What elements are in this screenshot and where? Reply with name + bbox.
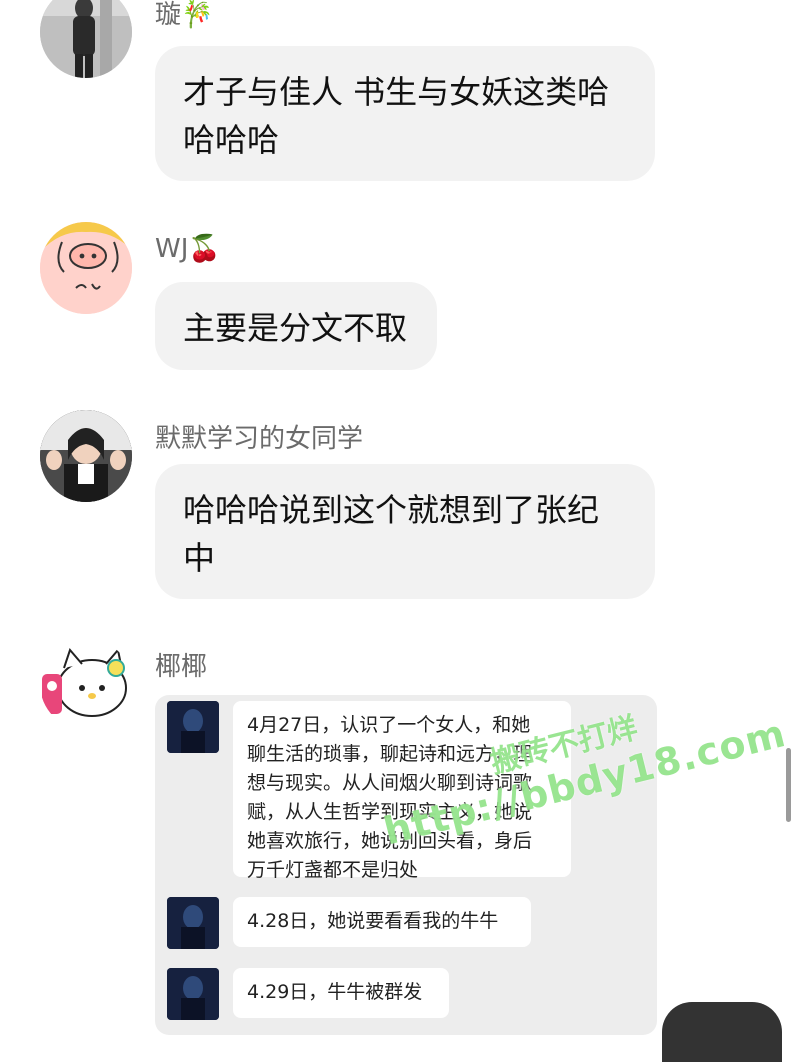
user-avatar[interactable] [40, 222, 132, 314]
dark-portrait-icon [167, 701, 219, 753]
user-avatar[interactable] [40, 638, 132, 730]
scrollbar[interactable] [786, 748, 791, 822]
message-bubble[interactable]: 主要是分文不取 [155, 282, 437, 370]
avatar-photo-icon [40, 0, 132, 78]
card-avatar [167, 701, 219, 753]
bamboo-emoji-icon: 🎋 [181, 0, 214, 30]
user-avatar[interactable] [40, 410, 132, 502]
message-bubble[interactable]: 哈哈哈说到这个就想到了张纪 中 [155, 464, 655, 599]
card-avatar [167, 968, 219, 1020]
dark-portrait-icon [167, 897, 219, 949]
user-avatar[interactable] [40, 0, 132, 78]
card-message-bubble: 4.29日，牛牛被群发 [233, 968, 449, 1018]
hello-kitty-icon [40, 638, 132, 730]
sender-name: 椰椰 [155, 652, 208, 682]
card-message-bubble: 4月27日，认识了一个女人，和她 聊生活的琐事，聊起诗和远方，理 想与现实。从人… [233, 701, 571, 881]
forwarded-chat-card[interactable]: 4月27日，认识了一个女人，和她 聊生活的琐事，聊起诗和远方，理 想与现实。从人… [155, 695, 657, 1035]
floating-action-button[interactable] [662, 1002, 782, 1062]
avatar-photo-icon [40, 410, 132, 502]
dark-portrait-icon [167, 968, 219, 1020]
sender-name: WJ🍒 [155, 234, 221, 264]
card-message-bubble: 4.28日，她说要看看我的牛牛 [233, 897, 531, 947]
cherry-emoji-icon: 🍒 [188, 234, 221, 264]
message-bubble[interactable]: 才子与佳人 书生与女妖这类哈 哈哈哈 [155, 46, 655, 181]
card-avatar [167, 897, 219, 949]
sender-name: 璇🎋 [155, 0, 214, 30]
sender-name: 默默学习的女同学 [155, 424, 364, 454]
pig-drawing-icon [40, 222, 132, 314]
